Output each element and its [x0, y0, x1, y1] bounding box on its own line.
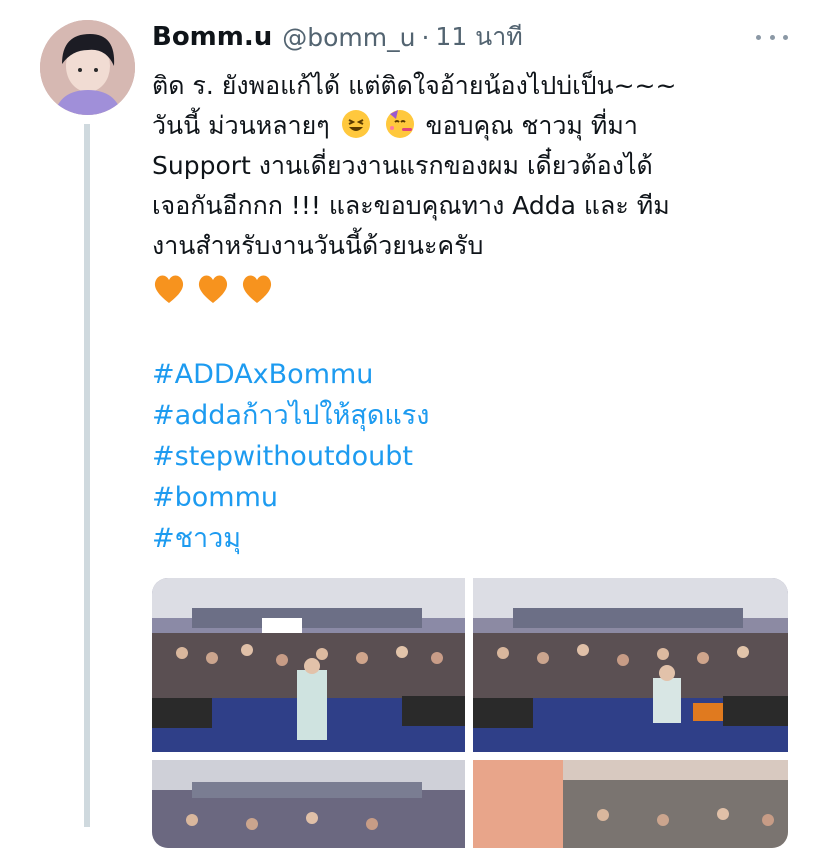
hashtag-link[interactable]: #stepwithoutdoubt	[152, 436, 429, 477]
media-grid	[152, 578, 788, 848]
tweet-line: เจอกันอีกกก !!! และขอบคุณทาง Adda และ ที…	[152, 191, 670, 220]
tweet-line-text: ขอบคุณ ชาวมุ ที่มา	[425, 111, 638, 140]
event-photo-2[interactable]	[473, 578, 788, 752]
separator-dot: ·	[421, 22, 430, 52]
grinning-squinting-face-emoji-icon	[341, 110, 370, 138]
hearts-row	[152, 266, 792, 312]
thread-connector-line	[84, 124, 90, 827]
tweet-header: Bomm.u @bomm_u · 11 นาที	[152, 18, 523, 56]
tweet-line-text: วันนี้ ม่วนหลายๆ	[152, 111, 330, 140]
hashtag-link[interactable]: #bommu	[152, 477, 429, 518]
hashtag-link[interactable]: #ADDAxBommu	[152, 354, 429, 395]
user-handle[interactable]: @bomm_u	[282, 23, 415, 52]
orange-heart-icon	[198, 275, 228, 303]
more-options-icon[interactable]	[756, 24, 788, 50]
tweet-text: ติด ร. ยังพอแก้ได้ แต่ติดใจอ้ายน้องไปบ่เ…	[152, 66, 792, 312]
orange-heart-icon	[154, 275, 184, 303]
event-photo-4[interactable]	[473, 760, 788, 848]
hashtag-link[interactable]: #ชาวมุ	[152, 518, 429, 559]
avatar[interactable]	[40, 20, 135, 115]
tweet-line: งานสำหรับงานวันนี้ด้วยนะครับ	[152, 231, 484, 260]
hashtag-link[interactable]: #addaก้าวไปให้สุดแรง	[152, 395, 429, 436]
tweet-line: Support งานเดี่ยวงานแรกของผม เดี๋ยวต้องไ…	[152, 151, 653, 180]
hashtag-list: #ADDAxBommu #addaก้าวไปให้สุดแรง #stepwi…	[152, 354, 429, 559]
timestamp[interactable]: 11 นาที	[435, 17, 522, 57]
event-photo-1[interactable]	[152, 578, 465, 752]
event-photo-3[interactable]	[152, 760, 465, 848]
orange-heart-icon	[242, 275, 272, 303]
tweet-line: ติด ร. ยังพอแก้ได้ แต่ติดใจอ้ายน้องไปบ่เ…	[152, 71, 677, 100]
partying-face-emoji-icon	[385, 110, 414, 138]
tweet-line: วันนี้ ม่วนหลายๆ ขอบคุณ ชาวมุ ที่มา	[152, 106, 792, 146]
display-name[interactable]: Bomm.u	[152, 22, 272, 52]
